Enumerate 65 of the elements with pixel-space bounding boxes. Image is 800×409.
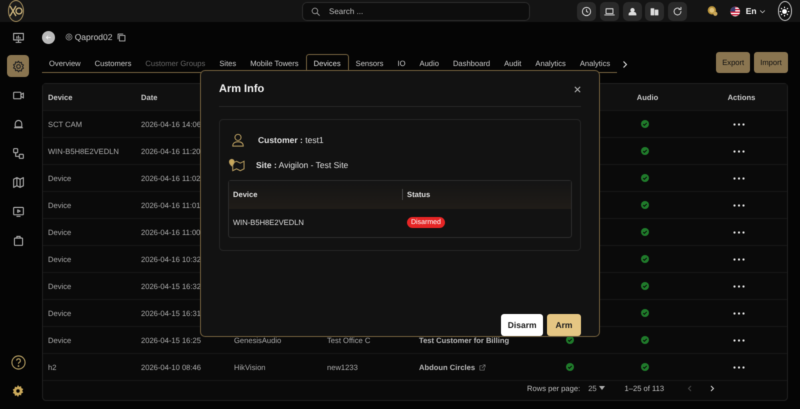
more-button[interactable] — [731, 150, 747, 153]
site-label: Site : Avigilon - Test Site — [256, 158, 348, 172]
more-button[interactable] — [731, 338, 747, 342]
video-screen-icon — [12, 204, 24, 218]
more-button[interactable] — [731, 366, 747, 369]
external-link-icon — [479, 364, 486, 371]
chevron-icon — [708, 384, 716, 393]
more-icon — [733, 150, 745, 153]
clock-button[interactable] — [577, 2, 596, 20]
more-icon — [733, 230, 745, 234]
more-button[interactable] — [731, 258, 747, 261]
search-field[interactable]: Search ... — [302, 2, 530, 20]
user-icon — [231, 133, 245, 147]
more-button[interactable] — [731, 176, 747, 180]
clock-icon — [581, 6, 592, 16]
back-button[interactable] — [42, 30, 55, 44]
more-button[interactable] — [731, 122, 747, 126]
arm-button[interactable]: Arm — [547, 314, 581, 336]
disarm-button[interactable]: Disarm — [501, 314, 544, 336]
camera-icon — [12, 88, 24, 102]
buildings-button[interactable] — [645, 2, 664, 20]
page-title: Qaprod02 — [74, 30, 112, 44]
more-icon — [733, 284, 745, 288]
user-button[interactable] — [622, 2, 642, 20]
nodes-icon — [12, 146, 24, 160]
language-selector[interactable]: En — [746, 4, 766, 18]
more-icon — [733, 122, 745, 126]
more-button[interactable] — [731, 230, 747, 234]
theme-toggle-button[interactable] — [778, 1, 792, 21]
more-icon — [733, 312, 745, 315]
refresh-button[interactable] — [668, 2, 688, 20]
more-button[interactable] — [731, 284, 747, 288]
more-icon — [733, 176, 745, 180]
more-icon — [733, 258, 745, 261]
buildings-icon — [649, 6, 660, 16]
laptop-icon — [604, 6, 615, 16]
more-icon — [733, 366, 745, 369]
copy-icon[interactable] — [116, 32, 128, 42]
caret-icon — [758, 8, 766, 14]
chevron-icon — [621, 60, 630, 70]
refresh-icon — [672, 6, 684, 16]
bell-icon — [12, 118, 24, 130]
presentation-icon — [12, 30, 24, 44]
more-icon — [733, 204, 745, 207]
close-button[interactable] — [574, 86, 581, 93]
user-icon — [626, 6, 638, 16]
next-page-button[interactable] — [708, 384, 716, 393]
customer-label: Customer : test1 — [258, 134, 324, 146]
map-pin-icon — [228, 158, 245, 172]
dialog-title: Arm Info — [219, 82, 264, 97]
more-button[interactable] — [731, 312, 747, 315]
help-icon — [10, 354, 26, 370]
arrow-icon — [45, 34, 52, 40]
more-icon — [733, 338, 745, 342]
close-icon — [574, 86, 581, 93]
caret-icon — [598, 386, 605, 390]
sun-icon — [779, 6, 790, 16]
chevron-icon — [686, 384, 694, 393]
coin-icon[interactable] — [707, 3, 718, 19]
sidebar-item[interactable] — [7, 55, 29, 77]
laptop-button[interactable] — [600, 2, 619, 20]
search-icon — [311, 6, 320, 16]
more-button[interactable] — [731, 204, 747, 207]
bag-icon — [12, 234, 24, 246]
map-icon — [12, 176, 24, 188]
